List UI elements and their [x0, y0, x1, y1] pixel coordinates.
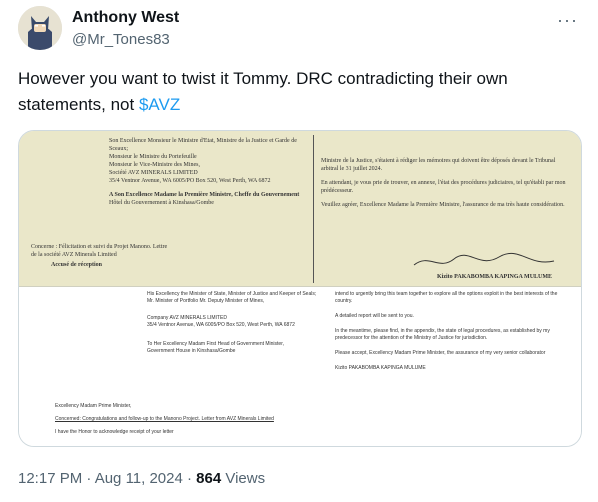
trans-left-line: 35/4 Ventnor Avenue, WA 6005/PO Box 520,…	[147, 322, 295, 328]
trans-left-line: Mr. Minister of Portfolio Mr. Deputy Min…	[147, 298, 265, 304]
tweet-text: However you want to twist it Tommy. DRC …	[18, 66, 578, 118]
doc-right-line: En attendant, je vous prie de trouver, e…	[321, 180, 566, 194]
trans-left-line: Government House in Kinshasa/Gombe	[147, 348, 236, 354]
doc-divider	[313, 135, 314, 283]
batman-avatar-icon	[18, 6, 62, 50]
translated-document: His Excellency the Minister of State, Mi…	[19, 287, 581, 446]
trans-right-line: Please accept, Excellency Madam Prime Mi…	[335, 350, 546, 356]
trans-right-line: In the meantime, please find, in the app…	[335, 328, 550, 341]
doc-left-line: A Son Excellence Madame la Première Mini…	[109, 192, 300, 198]
trans-left-line: Company AVZ MINERALS LIMITED	[147, 315, 227, 321]
doc-right-line: Veuillez agréer, Excellence Madame la Pr…	[321, 202, 565, 208]
doc-right-column: Ministre de la Justice, s'étaient à rédi…	[321, 137, 571, 209]
doc-left-line: Monsieur le Ministre du Portefeuille	[109, 154, 197, 160]
trans-right-line: Kizito PAKABOMBA KAPINGA MULUME	[335, 365, 426, 371]
trans-left-line: I have the Honor to acknowledge receipt …	[55, 429, 174, 435]
doc-concerne: Concerne : Félicitation et suivi du Proj…	[31, 243, 171, 269]
author-name[interactable]: Anthony West	[72, 9, 179, 27]
doc-left-line: Société AVZ MINERALS LIMITED	[109, 170, 198, 176]
tweet-footer: 12:17 PM · Aug 11, 2024 · 864 Views	[18, 470, 265, 487]
trans-left-line: To Her Excellency Madam First Head of Go…	[147, 341, 284, 347]
trans-bottom-left: Excellency Madam Prime Minister, Concern…	[55, 403, 315, 436]
views-label: Views	[221, 470, 266, 487]
avatar[interactable]	[18, 6, 62, 50]
trans-left-line: Excellency Madam Prime Minister,	[55, 403, 132, 409]
author-handle[interactable]: @Mr_Tones83	[72, 31, 170, 48]
signature-scribble	[413, 252, 555, 266]
more-options-icon[interactable]: ···	[557, 10, 578, 31]
tweet: Anthony West @Mr_Tones83 ··· However you…	[0, 0, 598, 502]
tweet-timestamp[interactable]: 12:17 PM · Aug 11, 2024 ·	[18, 470, 196, 487]
doc-right-line: Ministre de la Justice, s'étaient à rédi…	[321, 158, 556, 172]
doc-left-line: Monsieur le Vice-Ministre des Mines,	[109, 162, 201, 168]
trans-left-column: His Excellency the Minister of State, Mi…	[147, 291, 327, 355]
trans-left-line: Concerned: Congratulations and follow-up…	[55, 416, 274, 422]
doc-concerne-text: Concerne : Félicitation et suivi du Proj…	[31, 244, 168, 258]
cashtag-link[interactable]: $AVZ	[139, 95, 180, 114]
doc-left-line: Hôtel du Gouvernement à Kinshasa/Gombe	[109, 200, 214, 206]
trans-right-line: A detailed report will be sent to you.	[335, 313, 414, 319]
doc-left-line: Son Excellence Monsieur le Ministre d'Et…	[109, 138, 297, 152]
tweet-text-body: However you want to twist it Tommy. DRC …	[18, 69, 508, 114]
trans-right-column: intend to urgently bring this team toget…	[335, 291, 565, 372]
trans-left-line: His Excellency the Minister of State, Mi…	[147, 291, 317, 297]
doc-left-line: 35/4 Ventnor Avenue, WA 6005/PO Box 520,…	[109, 178, 271, 184]
scanned-document: Son Excellence Monsieur le Ministre d'Et…	[19, 131, 581, 287]
trans-right-line: intend to urgently bring this team toget…	[335, 291, 558, 304]
tweet-media-image[interactable]: Son Excellence Monsieur le Ministre d'Et…	[18, 130, 582, 447]
doc-signature: Kizito PAKABOMBA KAPINGA MULUME	[437, 274, 553, 280]
doc-left-column: Son Excellence Monsieur le Ministre d'Et…	[109, 137, 309, 207]
views-count: 864	[196, 470, 222, 487]
doc-accuse: Accusé de réception	[51, 262, 102, 268]
